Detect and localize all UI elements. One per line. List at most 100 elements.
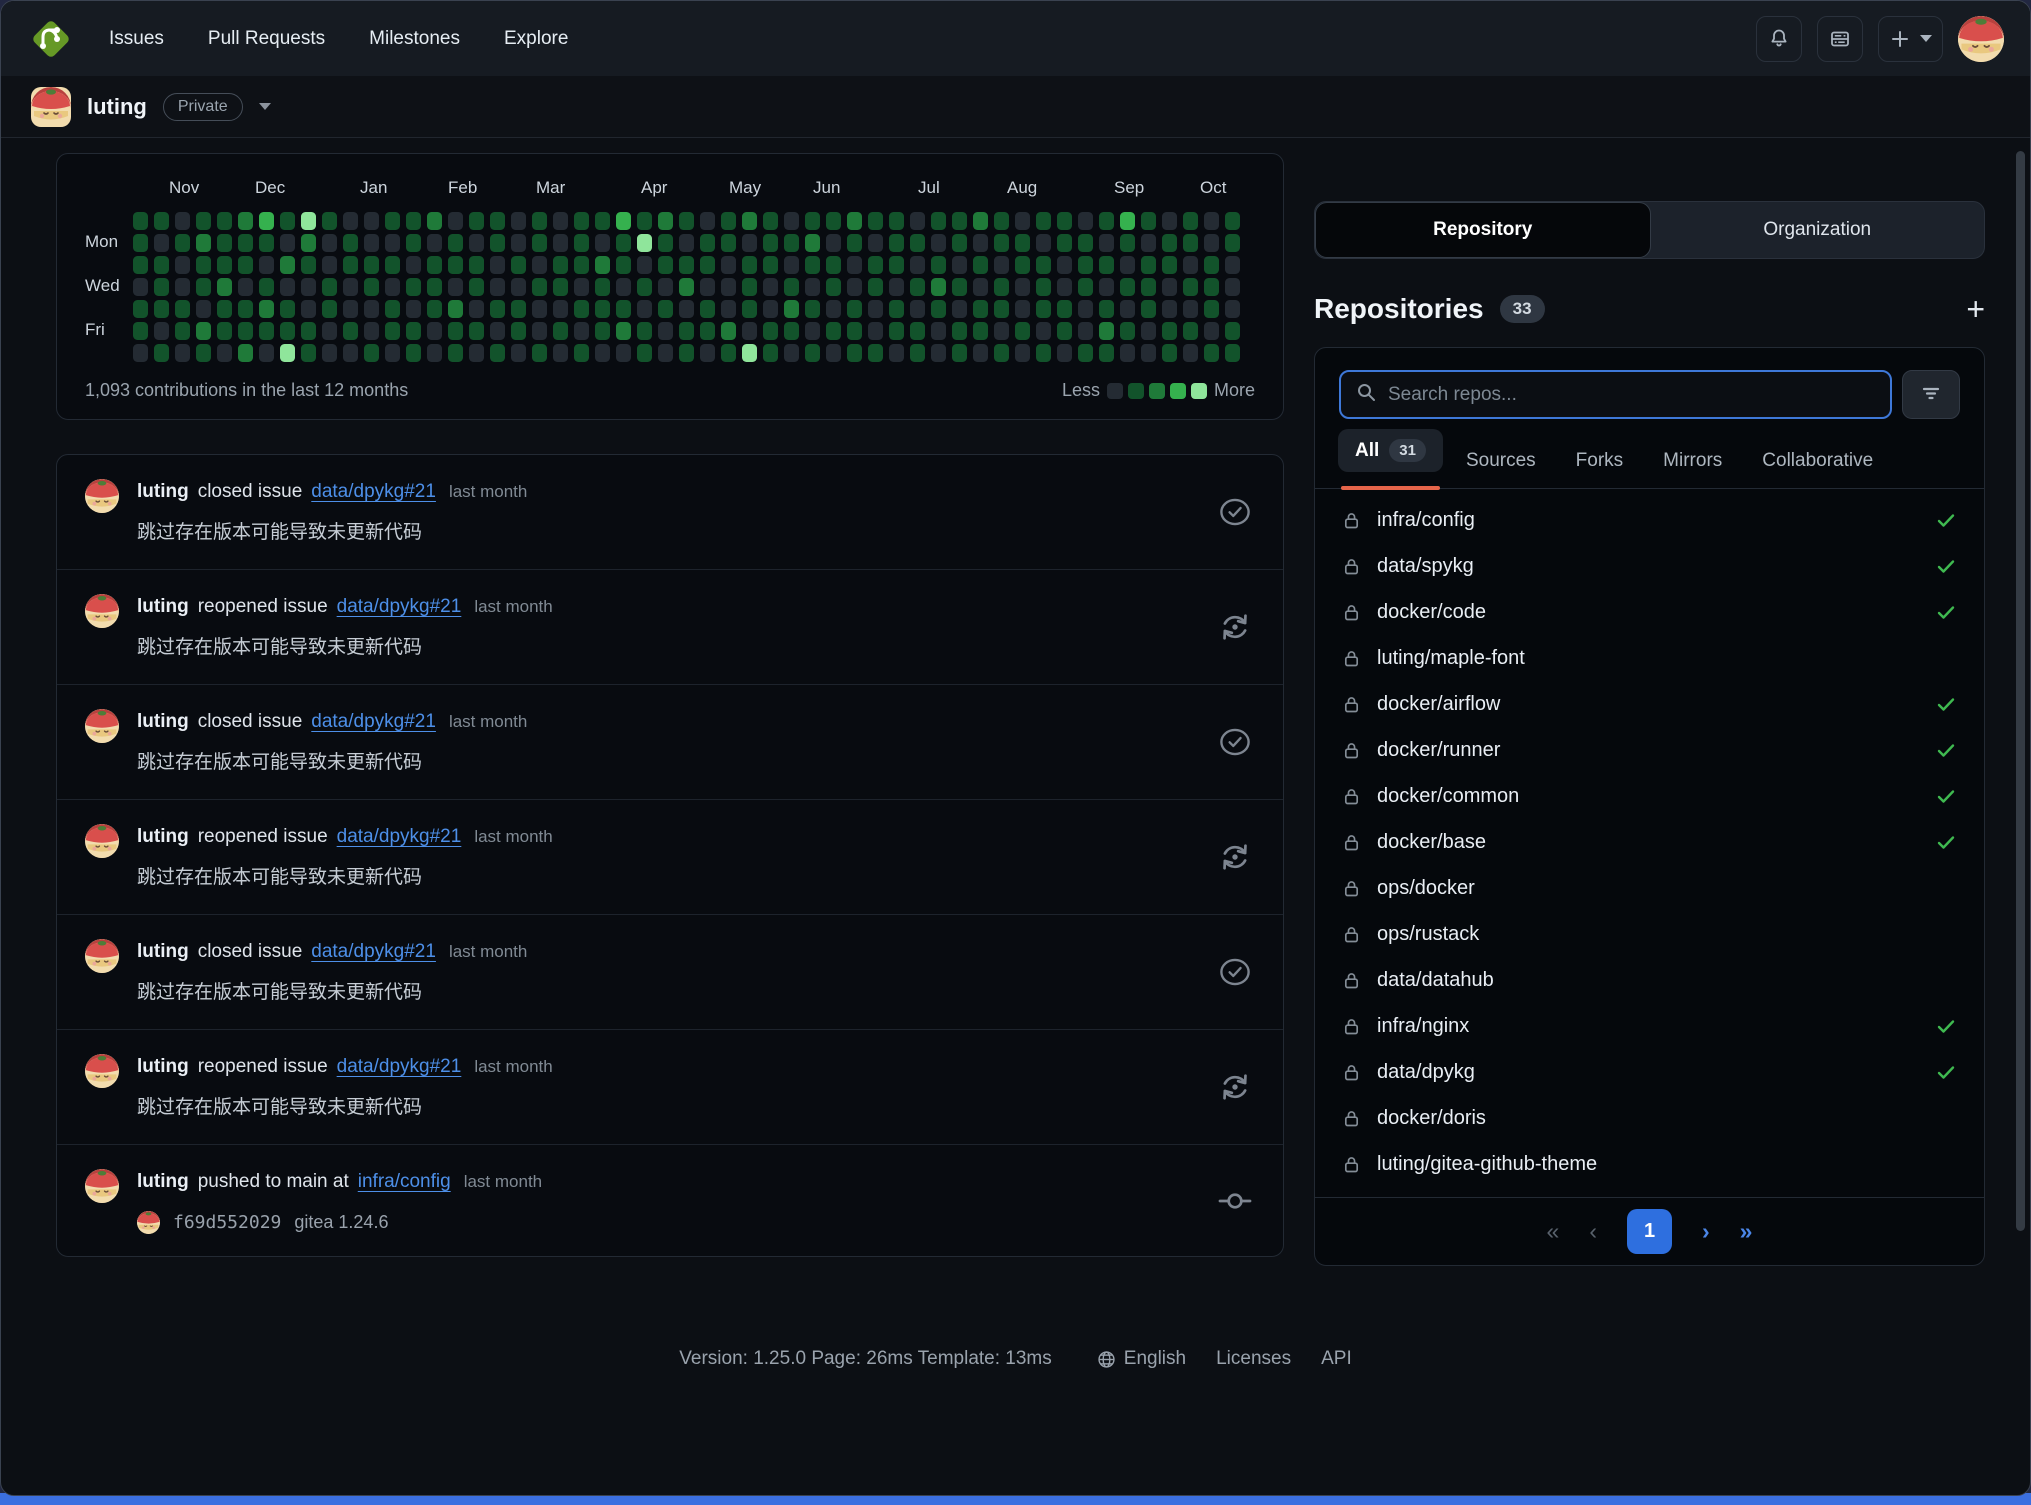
repo-row[interactable]: data/dpykg: [1315, 1049, 1984, 1095]
visibility-badge: Private: [163, 93, 243, 121]
feed-actor-avatar[interactable]: [85, 479, 119, 513]
feed-actor-avatar[interactable]: [85, 824, 119, 858]
tab-repository[interactable]: Repository: [1315, 202, 1651, 258]
repo-name[interactable]: docker/airflow: [1377, 693, 1500, 716]
feed-target-link[interactable]: data/dpykg#21: [337, 822, 462, 852]
nav-link-issues[interactable]: Issues: [109, 28, 164, 50]
pagination-control[interactable]: ›: [1702, 1218, 1710, 1245]
repo-filter-tab-collaborative[interactable]: Collaborative: [1762, 450, 1873, 488]
feed-actor-link[interactable]: luting: [137, 937, 189, 967]
pagination-current-page[interactable]: 1: [1627, 1209, 1672, 1254]
feed-actor-link[interactable]: luting: [137, 1052, 189, 1082]
feed-action-text: closed issue: [198, 707, 303, 737]
heatmap-cell: [1057, 256, 1072, 274]
repo-name[interactable]: ops/rustack: [1377, 923, 1479, 946]
pagination-control[interactable]: »: [1740, 1218, 1753, 1245]
repo-name[interactable]: data/spykg: [1377, 555, 1474, 578]
repo-name[interactable]: docker/runner: [1377, 739, 1500, 762]
feed-target-link[interactable]: data/dpykg#21: [311, 937, 436, 967]
heatmap-cell: [910, 256, 925, 274]
scrollbar[interactable]: [2016, 151, 2025, 1231]
repo-row[interactable]: luting/maple-font: [1315, 635, 1984, 681]
repo-row[interactable]: docker/code: [1315, 589, 1984, 635]
heatmap-cell: [889, 300, 904, 318]
repo-name[interactable]: infra/config: [1377, 509, 1475, 532]
repo-filter-tab-sources[interactable]: Sources: [1466, 450, 1536, 488]
heatmap-cell: [763, 212, 778, 230]
repo-row[interactable]: docker/common: [1315, 773, 1984, 819]
feed-actor-link[interactable]: luting: [137, 1167, 189, 1197]
repo-row[interactable]: ops/docker: [1315, 865, 1984, 911]
repo-row[interactable]: docker/airflow: [1315, 681, 1984, 727]
heatmap-cell: [364, 322, 379, 340]
feed-target-link[interactable]: data/dpykg#21: [311, 477, 436, 507]
create-new-button[interactable]: [1878, 16, 1943, 62]
heatmap-month-label: Aug: [1007, 178, 1037, 198]
feed-actor-avatar[interactable]: [85, 939, 119, 973]
heatmap-cell: [154, 300, 169, 318]
heatmap-cell: [910, 278, 925, 296]
repo-name[interactable]: infra/nginx: [1377, 1015, 1469, 1038]
feed-actor-avatar[interactable]: [85, 1054, 119, 1088]
footer-link-api[interactable]: API: [1321, 1348, 1352, 1370]
repo-search-input[interactable]: [1388, 384, 1876, 406]
repo-row[interactable]: infra/nginx: [1315, 1003, 1984, 1049]
nav-link-milestones[interactable]: Milestones: [369, 28, 460, 50]
repo-name[interactable]: ops/docker: [1377, 877, 1475, 900]
feed-actor-link[interactable]: luting: [137, 477, 189, 507]
repo-row[interactable]: data/spykg: [1315, 543, 1984, 589]
repo-name[interactable]: data/datahub: [1377, 969, 1494, 992]
heatmap-cell: [742, 322, 757, 340]
repo-filter-tab-forks[interactable]: Forks: [1576, 450, 1624, 488]
repo-row[interactable]: data/datahub: [1315, 957, 1984, 1003]
feed-actor-link[interactable]: luting: [137, 707, 189, 737]
repo-name[interactable]: docker/doris: [1377, 1107, 1486, 1130]
repo-name[interactable]: data/dpykg: [1377, 1061, 1475, 1084]
feed-actor-link[interactable]: luting: [137, 822, 189, 852]
feed-target-link[interactable]: data/dpykg#21: [337, 592, 462, 622]
repo-filter-button[interactable]: [1902, 370, 1960, 419]
repo-filter-tab-mirrors[interactable]: Mirrors: [1663, 450, 1722, 488]
heatmap-cell: [931, 256, 946, 274]
footer-link-english[interactable]: English: [1096, 1348, 1186, 1370]
repo-name[interactable]: docker/base: [1377, 831, 1486, 854]
main-content: MonWedFri NovDecJanFebMarAprMayJunJulAug…: [1, 138, 2030, 1266]
repo-row[interactable]: ops/rustack: [1315, 911, 1984, 957]
nav-link-explore[interactable]: Explore: [504, 28, 568, 50]
heatmap-cell: [1162, 256, 1177, 274]
nav-link-pull-requests[interactable]: Pull Requests: [208, 28, 325, 50]
feed-actor-avatar[interactable]: [85, 594, 119, 628]
feed-target-link[interactable]: data/dpykg#21: [311, 707, 436, 737]
commit-sha-link[interactable]: f69d552029: [173, 1212, 281, 1233]
gitea-logo-icon[interactable]: [27, 15, 75, 63]
profile-avatar[interactable]: [31, 87, 71, 127]
admin-panel-button[interactable]: [1817, 16, 1863, 62]
feed-target-link[interactable]: data/dpykg#21: [337, 1052, 462, 1082]
profile-dropdown-caret[interactable]: [259, 103, 271, 110]
user-avatar[interactable]: [1958, 16, 2004, 62]
feed-actor-link[interactable]: luting: [137, 592, 189, 622]
tab-organization[interactable]: Organization: [1651, 202, 1985, 258]
heatmap-cell: [1078, 322, 1093, 340]
repo-row[interactable]: docker/doris: [1315, 1095, 1984, 1141]
heatmap-cell: [931, 278, 946, 296]
notifications-button[interactable]: [1756, 16, 1802, 62]
feed-actor-avatar[interactable]: [85, 1169, 119, 1203]
feed-actor-avatar[interactable]: [85, 709, 119, 743]
repo-name[interactable]: luting/maple-font: [1377, 647, 1525, 670]
feed-target-link[interactable]: infra/config: [358, 1167, 451, 1197]
add-repository-button[interactable]: +: [1966, 293, 1985, 325]
repo-row[interactable]: docker/base: [1315, 819, 1984, 865]
heatmap-cell: [931, 300, 946, 318]
repo-name[interactable]: luting/gitea-github-theme: [1377, 1153, 1597, 1176]
repo-row[interactable]: luting/gitea-github-theme: [1315, 1141, 1984, 1187]
repo-row[interactable]: infra/config: [1315, 497, 1984, 543]
footer-link-licenses[interactable]: Licenses: [1216, 1348, 1291, 1370]
repo-name[interactable]: docker/common: [1377, 785, 1519, 808]
feed-action-text: reopened issue: [198, 1052, 328, 1082]
repo-name[interactable]: docker/code: [1377, 601, 1486, 624]
feed-issue-comment: 跳过存在版本可能导致未更新代码: [137, 864, 1197, 892]
repo-row[interactable]: docker/runner: [1315, 727, 1984, 773]
contribution-heatmap-card: MonWedFri NovDecJanFebMarAprMayJunJulAug…: [56, 153, 1284, 420]
repo-filter-tab-all[interactable]: All31: [1355, 439, 1426, 488]
